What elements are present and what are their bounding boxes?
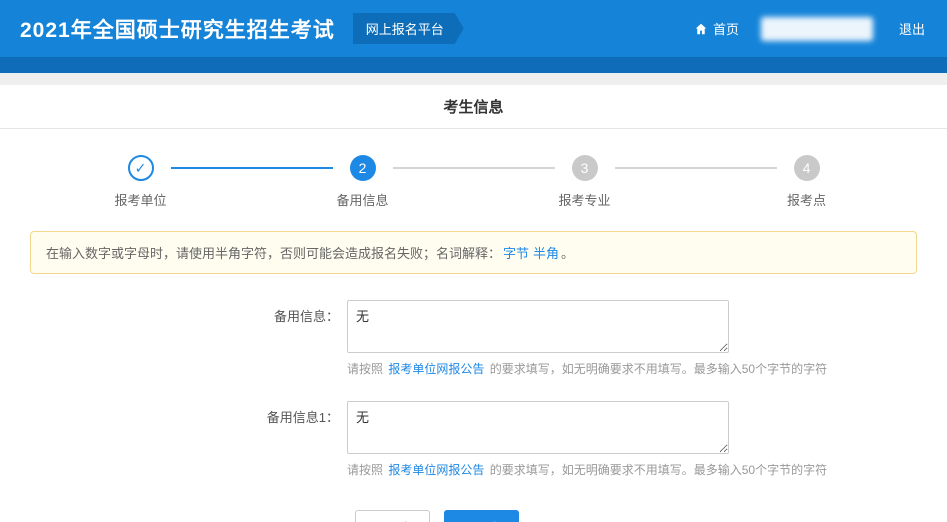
wizard-stepper: ✓ 报考单位 2 备用信息 3 报考专业 4 报考点: [111, 155, 837, 209]
page-title: 考生信息: [443, 99, 504, 116]
hint-prefix: 请按照: [347, 362, 384, 376]
backup-info1-label: 备用信息1：: [266, 410, 339, 425]
step-2-label: 备用信息: [336, 193, 389, 208]
previous-step-button[interactable]: 上一步: [355, 510, 431, 522]
step-connector-1: [170, 167, 333, 169]
step-4-label: 报考点: [786, 193, 826, 208]
step-connector-2: [392, 167, 555, 169]
app-title: 2021年全国硕士研究生招生考试: [20, 18, 335, 42]
backup-info1-hint: 请按照 报考单位网报公告 的要求填写，如无明确要求不用填写。最多输入50个字节的…: [347, 461, 827, 478]
step-4-exam-site: 4 报考点: [777, 155, 837, 209]
hint-suffix: 的要求填写，如无明确要求不用填写。最多输入50个字节的字符: [489, 362, 828, 376]
backup-info1-control: 无 请按照 报考单位网报公告 的要求填写，如无明确要求不用填写。最多输入50个字…: [347, 401, 827, 478]
halfwidth-notice: 在输入数字或字母时，请使用半角字符，否则可能会造成报名失败；名词解释： 字节 半角。: [30, 231, 917, 274]
step-4-number: 4: [793, 155, 820, 181]
section-title-bar: 考生信息: [0, 85, 947, 129]
hint-suffix: 的要求填写，如无明确要求不用填写。最多输入50个字节的字符: [489, 463, 828, 477]
backup-info-row: 备用信息： 无 请按照 报考单位网报公告 的要求填写，如无明确要求不用填写。最多…: [0, 300, 947, 377]
home-icon: [694, 22, 708, 36]
hint-prefix: 请按照: [347, 463, 384, 477]
backup-info-hint: 请按照 报考单位网报公告 的要求填写，如无明确要求不用填写。最多输入50个字节的…: [347, 360, 827, 377]
logout-link[interactable]: 退出: [899, 19, 925, 38]
backup-info-label: 备用信息：: [273, 309, 339, 324]
notice-text: 在输入数字或字母时，请使用半角字符，否则可能会造成报名失败；名词解释：: [46, 246, 502, 261]
backup-info1-row: 备用信息1： 无 请按照 报考单位网报公告 的要求填写，如无明确要求不用填写。最…: [0, 401, 947, 478]
step-1-label: 报考单位: [114, 193, 167, 208]
backup-info-form: 备用信息： 无 请按照 报考单位网报公告 的要求填写，如无明确要求不用填写。最多…: [0, 300, 947, 522]
step-2-number: 2: [349, 155, 376, 181]
step-3-major: 3 报考专业: [555, 155, 615, 209]
home-link[interactable]: 首页: [694, 19, 739, 38]
byte-definition-link[interactable]: 字节: [503, 246, 529, 261]
step-check-icon: ✓: [127, 155, 154, 181]
backup-info-textarea[interactable]: 无: [347, 300, 729, 353]
main-panel: 考生信息 ✓ 报考单位 2 备用信息 3 报考专业 4 报考点 在输入数字或字母…: [0, 85, 947, 522]
step-2-backup-info: 2 备用信息: [333, 155, 393, 209]
backup-info1-textarea[interactable]: 无: [347, 401, 729, 454]
backup-info-control: 无 请按照 报考单位网报公告 的要求填写，如无明确要求不用填写。最多输入50个字…: [347, 300, 827, 377]
next-step-button[interactable]: 下一步: [444, 510, 520, 522]
notice-period: 。: [561, 246, 575, 261]
header-actions: 首页 退出: [694, 16, 925, 41]
platform-badge: 网上报名平台: [353, 13, 464, 44]
header-gap: [0, 73, 947, 85]
app-header: 2021年全国硕士研究生招生考试 网上报名平台 首页 退出: [0, 0, 947, 57]
wizard-buttons: 上一步 下一步: [355, 510, 947, 522]
step-3-number: 3: [571, 155, 598, 181]
header-strip: [0, 57, 947, 73]
step-3-label: 报考专业: [558, 193, 611, 208]
redacted-username: [760, 16, 873, 41]
unit-announcement-link[interactable]: 报考单位网报公告: [388, 463, 484, 477]
halfwidth-definition-link[interactable]: 半角: [533, 246, 559, 261]
home-link-label: 首页: [712, 22, 739, 37]
unit-announcement-link[interactable]: 报考单位网报公告: [388, 362, 484, 376]
step-1-unit: ✓ 报考单位: [111, 155, 171, 209]
step-connector-3: [614, 167, 777, 169]
